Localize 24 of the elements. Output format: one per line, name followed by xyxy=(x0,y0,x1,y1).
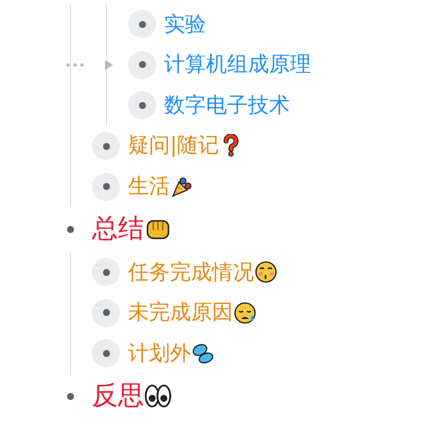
bullet-point[interactable] xyxy=(128,50,156,79)
outline-item-text[interactable]: 疑问|随记 xyxy=(128,133,220,159)
outline-item-text[interactable]: 未完成原因 xyxy=(128,300,233,326)
eyes-icon xyxy=(144,382,172,410)
crying-face-icon xyxy=(233,300,257,325)
bullet-point[interactable] xyxy=(92,298,120,327)
drag-handle-icon[interactable] xyxy=(66,62,84,67)
bullet-point[interactable] xyxy=(92,132,120,160)
sweat-drops-icon xyxy=(191,341,215,366)
outline-item-text[interactable]: 数字电子技术 xyxy=(164,92,290,118)
outline-item-text[interactable]: 总结 xyxy=(92,214,144,246)
outline-item-text[interactable]: 任务完成情况 xyxy=(128,260,254,285)
kissing-face-icon xyxy=(254,260,278,284)
outline-item-text[interactable]: 反思 xyxy=(92,380,144,412)
outline-item-text[interactable]: 计算机组成原理 xyxy=(164,52,311,78)
bullet-point[interactable] xyxy=(92,172,120,201)
outline-item-text[interactable]: 计划外 xyxy=(128,340,191,366)
bullet-point[interactable] xyxy=(128,91,156,120)
bullet-point[interactable] xyxy=(92,339,120,368)
outline-item-text[interactable]: 实验 xyxy=(164,12,206,37)
bullet-point[interactable] xyxy=(128,10,156,38)
party-popper-icon xyxy=(170,174,194,199)
outline-item-text[interactable]: 生活 xyxy=(128,174,170,200)
bullet-point[interactable] xyxy=(92,258,120,286)
